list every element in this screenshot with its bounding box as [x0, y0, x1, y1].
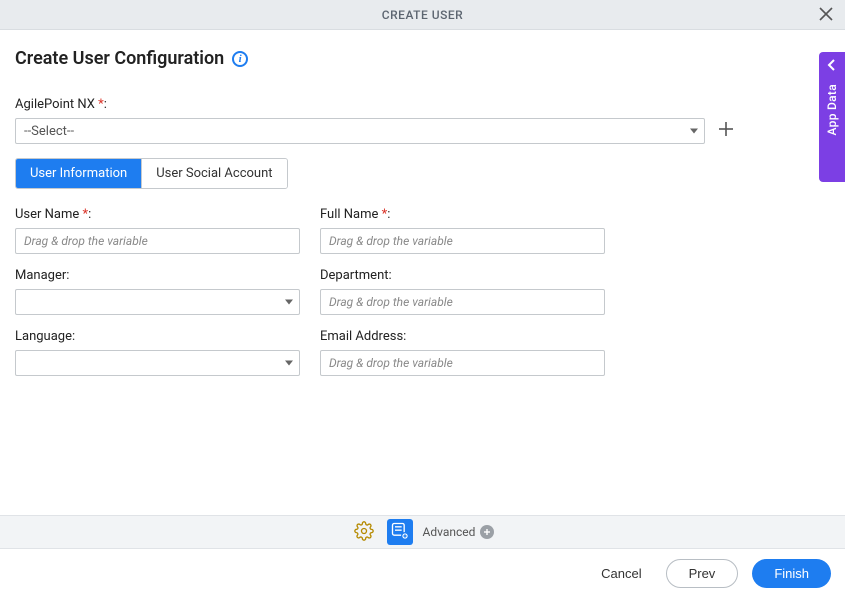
username-field: User Name *: Drag & drop the variable [15, 207, 300, 254]
username-label: User Name *: [15, 207, 300, 222]
close-button[interactable] [815, 4, 837, 26]
form-designer-button[interactable] [387, 519, 413, 545]
plus-icon [717, 120, 735, 142]
plus-circle-icon [480, 525, 494, 539]
info-icon[interactable]: i [232, 51, 248, 67]
close-icon [819, 7, 833, 24]
chevron-left-icon [825, 58, 839, 84]
fullname-field: Full Name *: Drag & drop the variable [320, 207, 605, 254]
titlebar: CREATE USER [0, 0, 845, 30]
chevron-down-icon [690, 129, 698, 134]
fullname-label-text: Full Name [320, 207, 378, 222]
tab-user-social-account[interactable]: User Social Account [142, 159, 286, 188]
username-placeholder: Drag & drop the variable [24, 234, 148, 248]
email-placeholder: Drag & drop the variable [329, 356, 453, 370]
agilepoint-select-value: --Select-- [24, 124, 74, 139]
page-title: Create User Configuration [15, 48, 224, 69]
button-footer: Cancel Prev Finish [0, 549, 845, 597]
gear-icon [354, 521, 374, 544]
manager-field: Manager: [15, 268, 300, 315]
manager-select[interactable] [15, 289, 300, 315]
agilepoint-select[interactable]: --Select-- [15, 118, 705, 144]
fullname-placeholder: Drag & drop the variable [329, 234, 453, 248]
app-data-panel-toggle[interactable]: App Data [819, 52, 845, 182]
manager-label: Manager: [15, 268, 300, 283]
required-marker: * [98, 97, 104, 112]
agilepoint-label-text: AgilePoint NX [15, 97, 95, 112]
department-label: Department: [320, 268, 605, 283]
advanced-toggle[interactable]: Advanced [423, 525, 495, 539]
chevron-down-icon [285, 361, 293, 366]
required-marker: * [382, 207, 388, 222]
required-marker: * [83, 207, 89, 222]
fullname-label: Full Name *: [320, 207, 605, 222]
language-select[interactable] [15, 350, 300, 376]
tabs: User Information User Social Account [15, 158, 288, 189]
agilepoint-field: AgilePoint NX *: --Select-- [15, 97, 830, 144]
prev-button[interactable]: Prev [666, 559, 739, 588]
form-icon [390, 521, 410, 544]
content-area: Create User Configuration i AgilePoint N… [0, 30, 845, 376]
app-data-label: App Data [825, 84, 839, 136]
department-field: Department: Drag & drop the variable [320, 268, 605, 315]
department-placeholder: Drag & drop the variable [329, 295, 453, 309]
finish-button[interactable]: Finish [752, 559, 831, 588]
email-label: Email Address: [320, 329, 605, 344]
language-label: Language: [15, 329, 300, 344]
username-input[interactable]: Drag & drop the variable [15, 228, 300, 254]
chevron-down-icon [285, 300, 293, 305]
cancel-button[interactable]: Cancel [591, 560, 651, 587]
fullname-input[interactable]: Drag & drop the variable [320, 228, 605, 254]
settings-button[interactable] [351, 519, 377, 545]
add-connection-button[interactable] [715, 120, 737, 142]
page-title-row: Create User Configuration i [15, 48, 830, 69]
tab-user-information-label: User Information [30, 166, 127, 181]
email-input[interactable]: Drag & drop the variable [320, 350, 605, 376]
form-grid: User Name *: Drag & drop the variable Fu… [15, 207, 830, 376]
agilepoint-label: AgilePoint NX *: [15, 97, 830, 112]
advanced-label: Advanced [423, 525, 476, 539]
advanced-bar: Advanced [0, 515, 845, 549]
tab-user-social-account-label: User Social Account [156, 166, 272, 181]
tab-user-information[interactable]: User Information [16, 159, 142, 188]
titlebar-title: CREATE USER [382, 8, 463, 22]
username-label-text: User Name [15, 207, 79, 222]
email-field: Email Address: Drag & drop the variable [320, 329, 605, 376]
department-input[interactable]: Drag & drop the variable [320, 289, 605, 315]
language-field: Language: [15, 329, 300, 376]
